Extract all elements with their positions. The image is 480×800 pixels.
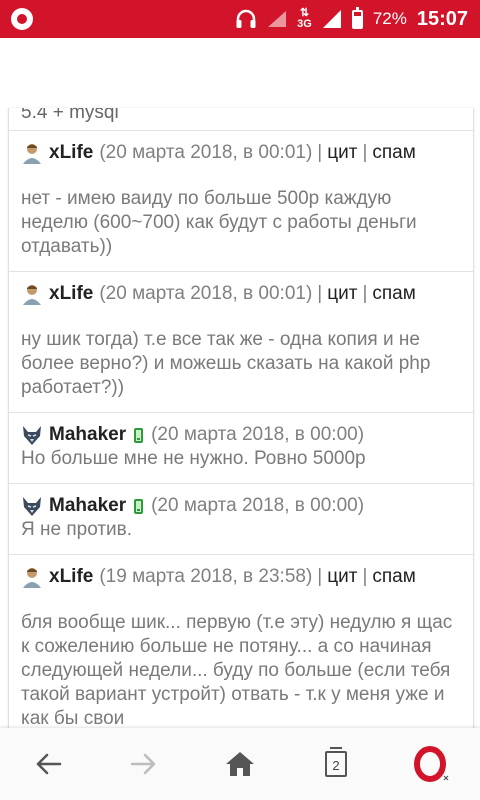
spam-link[interactable]: спам	[372, 282, 415, 306]
comment-text: Но больше мне не нужно. Ровно 5000р	[21, 448, 366, 469]
comment-header: Mahaker (20 марта 2018, в 00:00)	[21, 494, 461, 518]
browser-nav-bar: 2	[0, 728, 480, 800]
wolf-avatar-icon	[23, 497, 41, 516]
comment-date: (20 марта 2018, в 00:01)	[99, 142, 313, 163]
mobile-device-icon	[134, 498, 144, 514]
comment-author[interactable]: xLife	[49, 565, 93, 589]
comment-date: (20 марта 2018, в 00:00)	[151, 424, 365, 445]
comment-author[interactable]: xLife	[49, 141, 93, 165]
opera-logo-icon	[414, 746, 449, 782]
browser-top-area	[0, 38, 480, 108]
separator: |	[317, 142, 323, 163]
wifi-off-icon	[268, 11, 287, 27]
comment-header: xLife (20 марта 2018, в 00:01) | цит | с…	[21, 282, 461, 306]
comment-text: ну шик тогда) т.е все так же - одна копи…	[21, 329, 431, 398]
comment: xLife (20 марта 2018, в 00:01) | цит | с…	[9, 272, 473, 413]
spam-link[interactable]: спам	[372, 565, 415, 589]
separator: |	[317, 283, 323, 304]
comment: xLife (20 марта 2018, в 00:01) | цит | с…	[9, 131, 473, 272]
separator: |	[317, 566, 323, 587]
separator: |	[362, 283, 368, 304]
network-indicator: ⇅ 3G	[297, 8, 312, 30]
comment-text: бля вообще шик... первую (т.е эту) недул…	[21, 612, 453, 728]
user-avatar-icon	[23, 285, 41, 305]
mobile-device-icon	[134, 427, 144, 443]
comment: Mahaker (20 марта 2018, в 00:00) Я не пр…	[9, 484, 473, 555]
user-avatar-icon	[23, 568, 41, 588]
separator: |	[362, 142, 368, 163]
arrow-right-icon	[130, 753, 156, 775]
opera-notification-icon	[11, 8, 33, 30]
truncated-text: 5.4 + mysql	[21, 108, 119, 123]
signal-icon	[322, 10, 341, 28]
home-button[interactable]	[192, 728, 288, 800]
headphones-icon	[236, 9, 256, 28]
comment: Mahaker (20 марта 2018, в 00:00) Но боль…	[9, 413, 473, 484]
comment-date: (20 марта 2018, в 00:00)	[151, 495, 365, 516]
truncated-line: 5.4 + mysql	[9, 108, 473, 131]
tab-count: 2	[332, 758, 340, 773]
user-avatar-icon	[23, 144, 41, 164]
home-icon	[226, 752, 254, 776]
quote-link[interactable]: цит	[327, 141, 357, 165]
comment-author[interactable]: xLife	[49, 282, 93, 306]
arrow-left-icon	[36, 753, 62, 775]
tabs-icon: 2	[325, 747, 347, 777]
comment-text: Я не против.	[21, 519, 133, 540]
battery-icon	[351, 6, 363, 29]
comment-author[interactable]: Mahaker	[49, 423, 126, 447]
comment: xLife (19 марта 2018, в 23:58) | цит | с…	[9, 555, 473, 728]
quote-link[interactable]: цит	[327, 565, 357, 589]
clock: 15:07	[416, 7, 468, 30]
battery-percent: 72%	[372, 9, 407, 28]
opera-menu-button[interactable]	[384, 728, 480, 800]
back-button[interactable]	[0, 728, 96, 800]
network-type: 3G	[297, 18, 312, 30]
comment-header: xLife (20 марта 2018, в 00:01) | цит | с…	[21, 141, 461, 165]
comment-author[interactable]: Mahaker	[49, 494, 126, 518]
comment-text: нет - имею ваиду по больше 500р каждую н…	[21, 188, 417, 257]
comment-date: (20 марта 2018, в 00:01)	[99, 283, 313, 304]
battery-fill	[353, 15, 361, 27]
forward-button[interactable]	[96, 728, 192, 800]
status-bar: ⇅ 3G 72% 15:07	[0, 0, 480, 38]
tabs-button[interactable]: 2	[288, 728, 384, 800]
quote-link[interactable]: цит	[327, 282, 357, 306]
comment-header: xLife (19 марта 2018, в 23:58) | цит | с…	[21, 565, 461, 589]
wolf-avatar-icon	[23, 426, 41, 445]
separator: |	[362, 566, 368, 587]
comment-date: (19 марта 2018, в 23:58)	[99, 566, 313, 587]
comment-header: Mahaker (20 марта 2018, в 00:00)	[21, 423, 461, 447]
spam-link[interactable]: спам	[372, 141, 415, 165]
comments-list[interactable]: 5.4 + mysql xLife (20 марта 2018, в 00:0…	[8, 108, 474, 728]
status-icons: ⇅ 3G 72% 15:07	[235, 0, 468, 38]
